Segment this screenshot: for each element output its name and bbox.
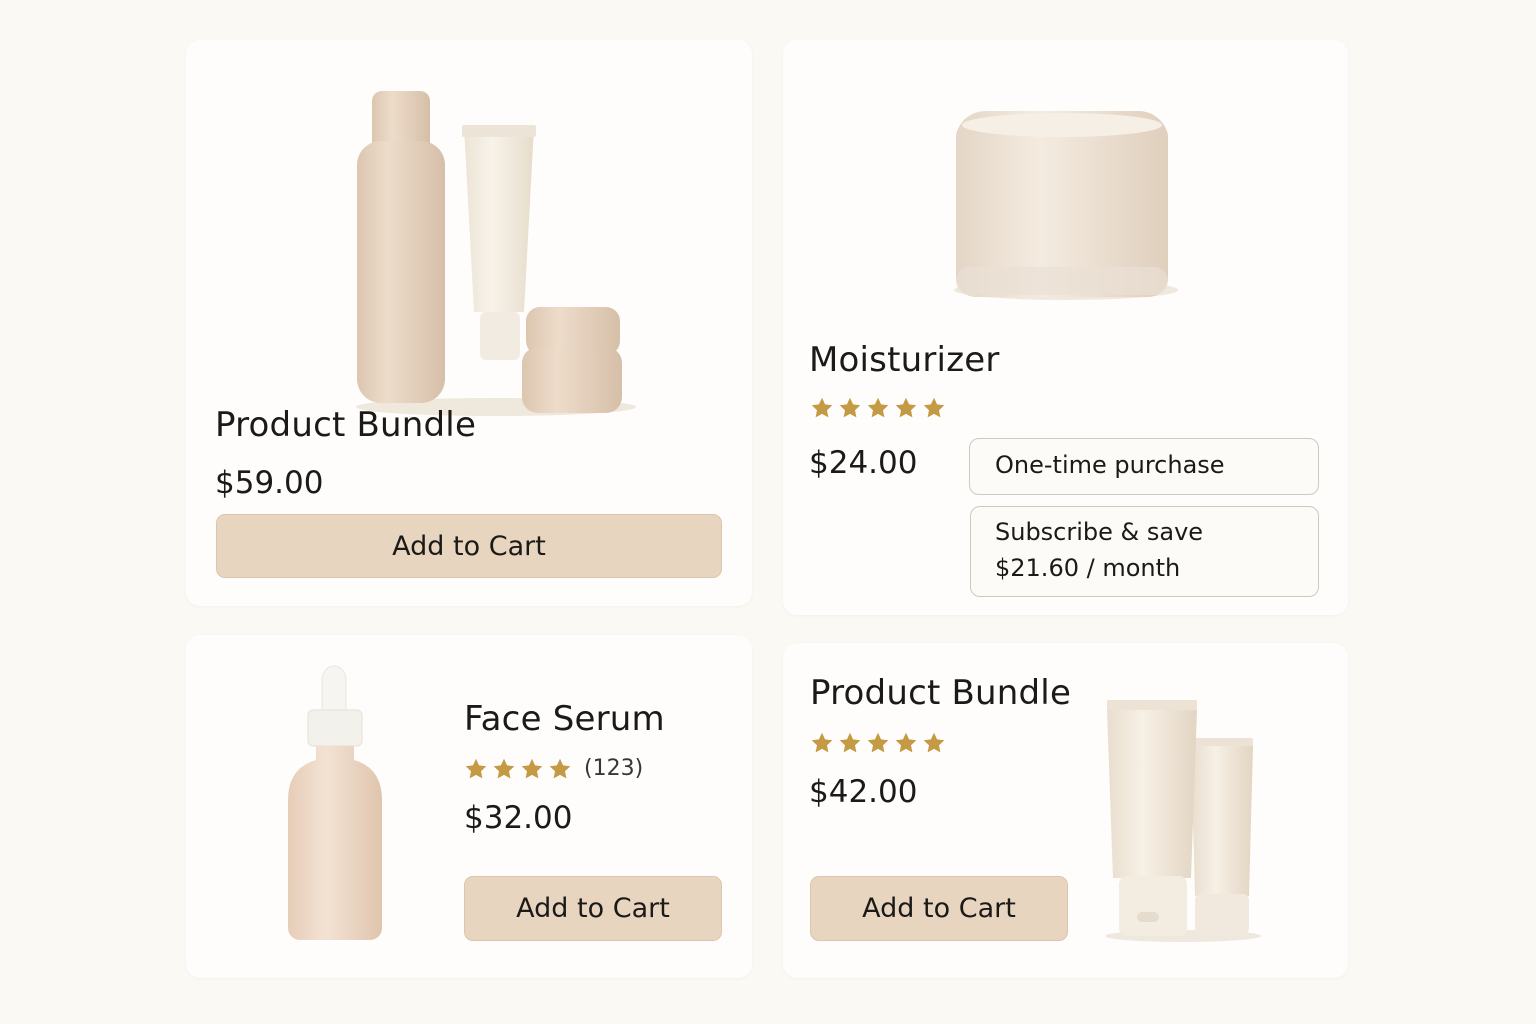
star-icon (810, 731, 834, 755)
cream-jar-image[interactable] (948, 105, 1178, 305)
product-price: $59.00 (215, 465, 324, 501)
bundle-bottle-tube-jar-image[interactable] (336, 85, 636, 425)
product-card-face-serum[interactable]: Face Serum (123) $32.00 Add to Cart (186, 635, 752, 978)
subscribe-price: $21.60 / month (995, 554, 1181, 582)
option-label: One-time purchase (995, 451, 1225, 479)
rating-stars (810, 731, 946, 755)
option-label: Subscribe & save (995, 518, 1204, 546)
product-title[interactable]: Face Serum (464, 699, 665, 739)
product-card-bundle-tubes[interactable]: Product Bundle $42.00 Add to Cart (783, 643, 1348, 978)
rating-stars: (123) (464, 756, 643, 781)
star-icon (548, 757, 572, 781)
product-card-moisturizer[interactable]: Moisturizer $24.00 One-time purchase Sub… (783, 40, 1348, 615)
one-time-purchase-option[interactable]: One-time purchase (969, 438, 1319, 495)
product-price: $42.00 (809, 774, 918, 810)
star-icon (492, 757, 516, 781)
product-card-bundle[interactable]: Product Bundle $59.00 Add to Cart (186, 40, 752, 606)
star-icon (464, 757, 488, 781)
star-icon (520, 757, 544, 781)
product-title[interactable]: Moisturizer (809, 340, 1000, 380)
product-title[interactable]: Product Bundle (215, 405, 476, 445)
star-icon (894, 731, 918, 755)
star-icon (894, 396, 918, 420)
star-icon (922, 731, 946, 755)
star-icon (922, 396, 946, 420)
product-title[interactable]: Product Bundle (810, 673, 1071, 713)
review-count[interactable]: (123) (584, 756, 643, 781)
dropper-bottle-image[interactable] (286, 660, 386, 945)
star-icon (810, 396, 834, 420)
product-price: $24.00 (809, 445, 918, 481)
rating-stars (810, 396, 946, 420)
star-icon (838, 396, 862, 420)
star-icon (866, 731, 890, 755)
add-to-cart-button[interactable]: Add to Cart (216, 514, 722, 578)
subscribe-and-save-option[interactable]: Subscribe & save $21.60 / month (970, 506, 1319, 597)
add-to-cart-button[interactable]: Add to Cart (810, 876, 1068, 941)
product-price: $32.00 (464, 800, 573, 836)
two-tubes-image[interactable] (1103, 698, 1263, 943)
star-icon (838, 731, 862, 755)
star-icon (866, 396, 890, 420)
add-to-cart-button[interactable]: Add to Cart (464, 876, 722, 941)
